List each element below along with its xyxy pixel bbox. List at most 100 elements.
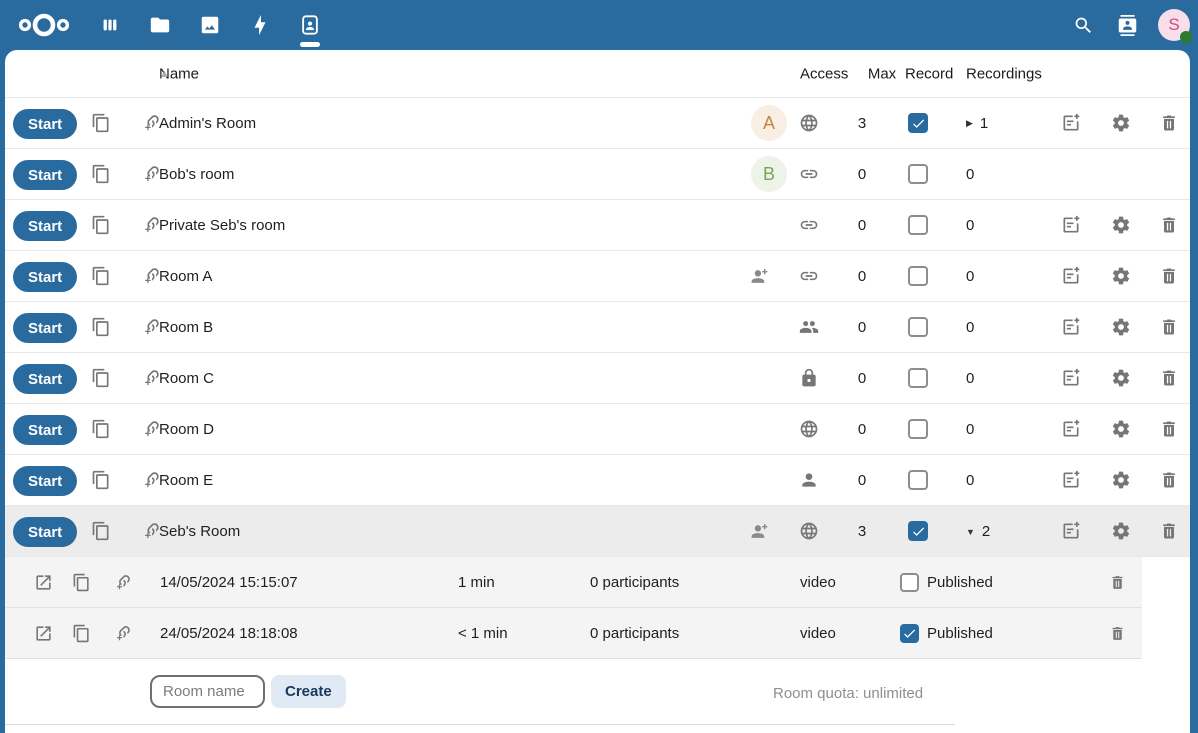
delete-room-icon[interactable] — [1159, 419, 1179, 439]
shared-room-icon — [749, 266, 769, 286]
recording-participants: 0 participants — [590, 608, 679, 659]
record-checkbox[interactable] — [908, 113, 928, 133]
delete-recording-icon[interactable] — [1109, 574, 1126, 591]
add-shared-link-icon[interactable] — [141, 164, 161, 184]
user-avatar[interactable]: S — [1158, 9, 1190, 41]
start-room-button[interactable]: Start — [13, 262, 77, 292]
recordings-count-toggle[interactable]: ▼2 — [966, 506, 990, 557]
record-checkbox[interactable] — [908, 521, 928, 541]
delete-recording-icon[interactable] — [1109, 625, 1126, 642]
room-name-input[interactable] — [150, 675, 265, 708]
published-checkbox[interactable] — [900, 624, 919, 643]
recordings-count-toggle[interactable]: ▶1 — [966, 98, 988, 149]
add-shared-link-icon[interactable] — [141, 521, 161, 541]
record-checkbox[interactable] — [908, 419, 928, 439]
start-room-button[interactable]: Start — [13, 517, 77, 547]
published-checkbox[interactable] — [900, 573, 919, 592]
edit-room-icon[interactable] — [1061, 470, 1081, 490]
share-recording-link-icon[interactable] — [113, 624, 132, 643]
start-room-button[interactable]: Start — [13, 160, 77, 190]
start-room-button[interactable]: Start — [13, 313, 77, 343]
room-settings-gear-icon[interactable] — [1111, 521, 1131, 541]
start-room-button[interactable]: Start — [13, 109, 77, 139]
photos-app-icon[interactable] — [196, 0, 224, 50]
edit-room-icon[interactable] — [1061, 215, 1081, 235]
edit-room-icon[interactable] — [1061, 521, 1081, 541]
recordings-count-toggle[interactable]: 0 — [966, 455, 974, 506]
edit-room-icon[interactable] — [1061, 419, 1081, 439]
edit-room-icon[interactable] — [1061, 368, 1081, 388]
room-name: Room B — [159, 302, 213, 353]
add-shared-link-icon[interactable] — [141, 317, 161, 337]
activity-app-icon[interactable] — [246, 0, 274, 50]
share-recording-link-icon[interactable] — [113, 573, 132, 592]
start-room-button[interactable]: Start — [13, 415, 77, 445]
footer-divider — [5, 724, 955, 725]
delete-room-icon[interactable] — [1159, 470, 1179, 490]
room-settings-gear-icon[interactable] — [1111, 113, 1131, 133]
room-settings-gear-icon[interactable] — [1111, 470, 1131, 490]
copy-room-link-icon[interactable] — [91, 419, 111, 439]
record-checkbox[interactable] — [908, 215, 928, 235]
record-checkbox[interactable] — [908, 368, 928, 388]
copy-room-link-icon[interactable] — [91, 470, 111, 490]
delete-room-icon[interactable] — [1159, 113, 1179, 133]
files-app-icon[interactable] — [146, 0, 174, 50]
room-settings-gear-icon[interactable] — [1111, 368, 1131, 388]
room-settings-gear-icon[interactable] — [1111, 419, 1131, 439]
room-settings-gear-icon[interactable] — [1111, 266, 1131, 286]
open-recording-icon[interactable] — [34, 624, 53, 643]
table-header: Name ▲ Access Max Record Recordings — [5, 50, 1190, 98]
start-room-button[interactable]: Start — [13, 466, 77, 496]
copy-recording-link-icon[interactable] — [72, 573, 91, 592]
delete-room-icon[interactable] — [1159, 215, 1179, 235]
add-shared-link-icon[interactable] — [141, 113, 161, 133]
room-name: Private Seb's room — [159, 200, 285, 251]
copy-room-link-icon[interactable] — [91, 113, 111, 133]
add-shared-link-icon[interactable] — [141, 470, 161, 490]
dashboard-app-icon[interactable] — [96, 0, 124, 50]
copy-room-link-icon[interactable] — [91, 521, 111, 541]
room-settings-gear-icon[interactable] — [1111, 215, 1131, 235]
published-label: Published — [927, 625, 993, 642]
nextcloud-logo[interactable] — [18, 7, 70, 43]
record-checkbox[interactable] — [908, 266, 928, 286]
open-recording-icon[interactable] — [34, 573, 53, 592]
delete-room-icon[interactable] — [1159, 521, 1179, 541]
create-room-button[interactable]: Create — [271, 675, 346, 708]
edit-room-icon[interactable] — [1061, 113, 1081, 133]
room-settings-gear-icon[interactable] — [1111, 317, 1131, 337]
bbb-app-icon[interactable] — [296, 0, 324, 50]
record-checkbox[interactable] — [908, 317, 928, 337]
contacts-icon[interactable] — [1114, 12, 1140, 38]
copy-room-link-icon[interactable] — [91, 215, 111, 235]
sort-ascending-icon: ▲ — [159, 68, 170, 80]
copy-room-link-icon[interactable] — [91, 266, 111, 286]
edit-room-icon[interactable] — [1061, 266, 1081, 286]
recordings-count-toggle[interactable]: 0 — [966, 200, 974, 251]
copy-room-link-icon[interactable] — [91, 368, 111, 388]
delete-room-icon[interactable] — [1159, 266, 1179, 286]
start-room-button[interactable]: Start — [13, 211, 77, 241]
recordings-count-toggle[interactable]: 0 — [966, 302, 974, 353]
record-checkbox[interactable] — [908, 470, 928, 490]
recordings-count: 0 — [966, 166, 974, 183]
recordings-count-toggle[interactable]: 0 — [966, 353, 974, 404]
add-shared-link-icon[interactable] — [141, 368, 161, 388]
delete-room-icon[interactable] — [1159, 368, 1179, 388]
add-shared-link-icon[interactable] — [141, 419, 161, 439]
recordings-count-toggle[interactable]: 0 — [966, 404, 974, 455]
search-icon[interactable] — [1070, 12, 1096, 38]
record-checkbox[interactable] — [908, 164, 928, 184]
delete-room-icon[interactable] — [1159, 317, 1179, 337]
recordings-count-toggle[interactable]: 0 — [966, 149, 974, 200]
copy-room-link-icon[interactable] — [91, 317, 111, 337]
edit-room-icon[interactable] — [1061, 317, 1081, 337]
add-shared-link-icon[interactable] — [141, 266, 161, 286]
max-participants-value: 0 — [842, 149, 882, 200]
copy-room-link-icon[interactable] — [91, 164, 111, 184]
start-room-button[interactable]: Start — [13, 364, 77, 394]
recordings-count-toggle[interactable]: 0 — [966, 251, 974, 302]
copy-recording-link-icon[interactable] — [72, 624, 91, 643]
add-shared-link-icon[interactable] — [141, 215, 161, 235]
